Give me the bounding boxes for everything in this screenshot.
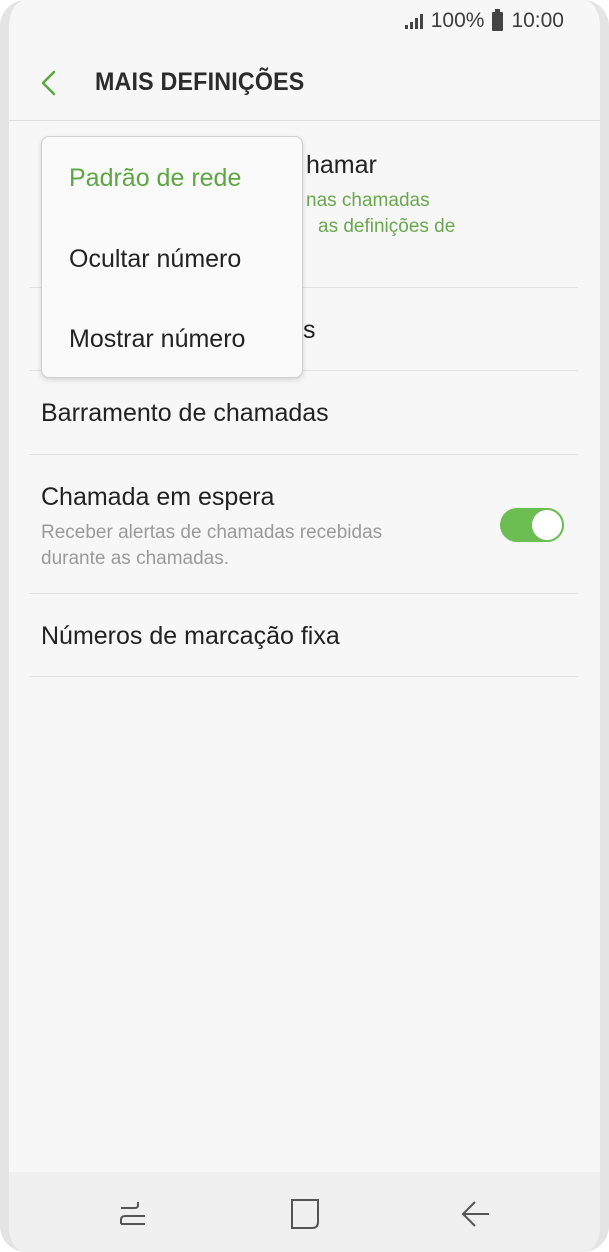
battery-icon	[492, 8, 504, 31]
popup-option-network-default[interactable]: Padrão de rede	[69, 164, 241, 193]
phone-screen: 100% 10:00 MAIS DEFINIÇÕES hamar nas cha…	[0, 0, 609, 1252]
clock: 10:00	[511, 9, 564, 32]
status-indicators: 100% 10:00	[404, 8, 564, 33]
popup-option-show-number[interactable]: Mostrar número	[69, 325, 245, 354]
popup-option-hide-number[interactable]: Ocultar número	[69, 245, 241, 274]
home-icon[interactable]	[283, 1194, 327, 1234]
back-arrow-icon[interactable]	[35, 68, 65, 98]
call-waiting-toggle[interactable]	[500, 508, 564, 542]
divider	[29, 454, 578, 455]
battery-percentage: 100%	[430, 9, 485, 32]
recents-icon[interactable]	[111, 1194, 155, 1234]
back-icon[interactable]	[453, 1194, 497, 1234]
divider	[29, 676, 578, 677]
toggle-knob	[530, 508, 564, 542]
edge-panel-handle[interactable]	[603, 352, 609, 600]
call-waiting-item[interactable]: Chamada em espera Receber alertas de cha…	[41, 483, 480, 572]
fixed-dialing-title: Números de marcação fixa	[41, 622, 340, 650]
call-waiting-subtitle-1: Receber alertas de chamadas recebidas	[41, 522, 383, 543]
status-bar: 100% 10:00	[9, 0, 600, 44]
divider	[29, 593, 578, 594]
fixed-dialing-item[interactable]: Números de marcação fixa	[41, 622, 568, 651]
call-barring-item[interactable]: Barramento de chamadas	[41, 399, 568, 428]
app-header: MAIS DEFINIÇÕES	[9, 44, 600, 120]
header-divider	[9, 120, 600, 121]
signal-icon	[404, 13, 423, 29]
navigation-bar	[9, 1172, 600, 1252]
call-barring-title: Barramento de chamadas	[41, 399, 329, 427]
caller-id-options-popup: Padrão de rede Ocultar número Mostrar nú…	[41, 136, 303, 378]
call-waiting-subtitle-2: durante as chamadas.	[41, 548, 230, 569]
call-waiting-title: Chamada em espera	[41, 483, 275, 511]
page-title: MAIS DEFINIÇÕES	[95, 68, 305, 96]
